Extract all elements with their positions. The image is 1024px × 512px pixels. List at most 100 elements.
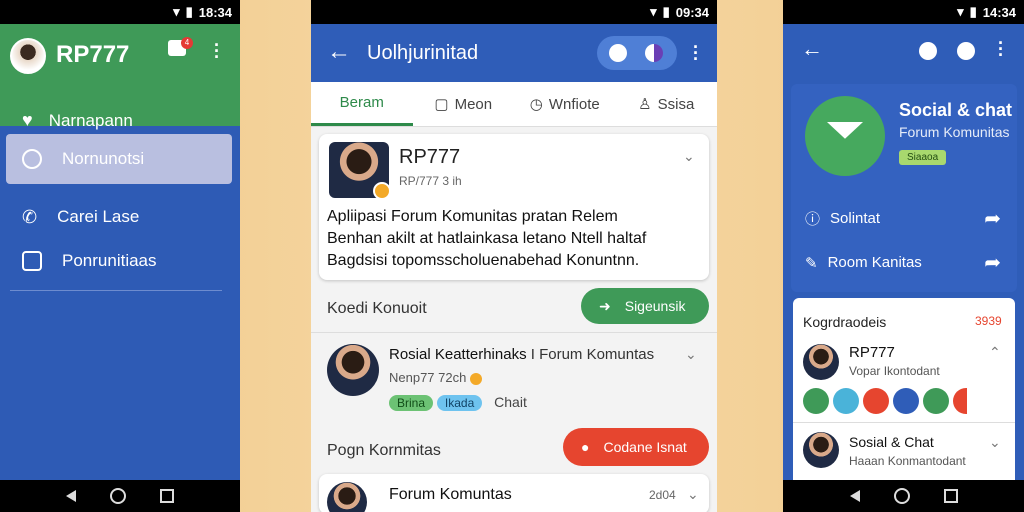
- chevron-up-icon[interactable]: ⌃: [989, 344, 1001, 361]
- chat-icon[interactable]: [957, 42, 975, 60]
- app-icon[interactable]: [833, 388, 859, 414]
- header-item[interactable]: ♥ Narnapann: [22, 110, 133, 131]
- emoji-icon: [469, 372, 482, 385]
- nav-home-icon[interactable]: [893, 488, 910, 504]
- more-icon[interactable]: · · ·: [693, 38, 699, 68]
- chevron-down-icon[interactable]: ⌄: [687, 486, 699, 503]
- menu-item-1[interactable]: ✆ Carei Lase: [6, 192, 232, 242]
- item-avatar: [803, 432, 839, 468]
- item-title: Sosial & Chat: [849, 434, 934, 450]
- app-icon[interactable]: [893, 388, 919, 414]
- create-button[interactable]: ● Codane Isnat: [563, 428, 709, 466]
- battery-icon: ▮: [185, 4, 193, 19]
- verified-icon: [373, 182, 391, 200]
- post-line: Bagdsisi topomsscholuenabehad Konuntnn.: [327, 252, 640, 269]
- status-bar: ▾ ▮ 18:34: [0, 0, 240, 24]
- post-line: Benhan akilt at hatlainkasa letano Ntell…: [327, 230, 647, 247]
- tag[interactable]: Ikada: [436, 395, 483, 411]
- tab-wnfiote[interactable]: ◷ Wnfiote: [514, 82, 616, 126]
- app-icon[interactable]: [863, 388, 889, 414]
- nav-back-icon[interactable]: [849, 490, 860, 502]
- app-name: RP777: [56, 41, 130, 68]
- list-item[interactable]: Forum Komuntas 2d04 ⌄: [319, 474, 709, 512]
- status-bar: ▾ ▮ 14:34: [783, 0, 1024, 24]
- status-time: 18:34: [198, 4, 232, 20]
- chevron-down-icon[interactable]: ⌄: [989, 434, 1001, 451]
- chevron-down-icon[interactable]: ⌄: [685, 346, 697, 363]
- item-handle-text: Nenp77 72ch: [389, 370, 467, 385]
- back-arrow-icon[interactable]: ←: [327, 38, 351, 66]
- more-icon[interactable]: · · ·: [998, 34, 1004, 64]
- app-icon[interactable]: [953, 388, 967, 414]
- hero-row-label: Room Kanitas: [827, 254, 922, 271]
- app-icon[interactable]: [923, 388, 949, 414]
- item-title: Forum Komuntas: [389, 486, 512, 503]
- section-label-1: Koedi Konuoit: [327, 300, 427, 317]
- system-nav-bar: [0, 480, 240, 512]
- status-bar: ▾ ▮ 09:34: [311, 0, 717, 24]
- panel-heading-value: 3939: [975, 314, 1002, 328]
- item-handle: Nenp77 72ch: [389, 370, 482, 385]
- panel-heading: Kogrdraodeis: [803, 314, 887, 330]
- battery-icon: ▮: [969, 4, 977, 19]
- status-badge: Siaaoa: [899, 150, 947, 165]
- share-arrow-icon: ➦: [984, 252, 1001, 274]
- status-time: 09:34: [675, 4, 709, 20]
- phone-icon: ✆: [22, 206, 38, 227]
- hero-row-0[interactable]: ⓘ Solintat ➦: [805, 206, 1001, 231]
- list-item[interactable]: Rosial Keatterhinaks I Forum Komuntas Ne…: [311, 336, 717, 420]
- wifi-icon: ▾: [957, 4, 964, 19]
- status-time: 14:34: [982, 4, 1016, 20]
- create-button-label: Codane Isnat: [603, 439, 687, 455]
- avatar[interactable]: [10, 38, 46, 74]
- nav-home-icon[interactable]: [110, 488, 126, 504]
- item-title: Rosial Keatterhinaks I Forum Komuntas: [389, 346, 654, 363]
- tab-meon[interactable]: ▢ Meon: [413, 82, 515, 126]
- phone-2-feed: ▾ ▮ 09:34 ← Uolhjurinitad · · · Beram ▢ Meo…: [311, 0, 717, 512]
- notification-badge: 4: [181, 37, 193, 49]
- item-subtitle: I Forum Komuntas: [530, 346, 655, 363]
- battery-icon: ▮: [662, 4, 670, 19]
- theme-icon[interactable]: [645, 44, 663, 62]
- section-label-2: Pogn Kornmitas: [327, 442, 441, 459]
- more-icon[interactable]: · · ·: [214, 36, 220, 66]
- app-bar: ← · · ·: [783, 24, 1024, 76]
- nav-recents-icon[interactable]: [160, 489, 174, 503]
- search-icon: [22, 149, 42, 169]
- nav-recents-icon[interactable]: [943, 489, 958, 503]
- join-button[interactable]: ➜ Sigeunsik: [581, 288, 709, 324]
- heart-icon: ♥: [22, 110, 33, 130]
- back-arrow-icon[interactable]: ←: [801, 36, 823, 62]
- inbox-icon: [22, 251, 42, 271]
- mail-logo-icon: [805, 96, 885, 176]
- menu-item-0[interactable]: Nornunotsi: [6, 134, 232, 184]
- info-icon: ⓘ: [805, 211, 821, 228]
- page-title: Uolhjurinitad: [367, 42, 479, 64]
- hero-row-1[interactable]: ✎ Room Kanitas ➦: [805, 250, 1001, 275]
- clock-icon: ◷: [529, 96, 543, 113]
- tab-ssisa[interactable]: ♙ Ssisa: [616, 82, 718, 126]
- post-card[interactable]: RP777 RP/777 3 ih ⌄ Apliipasi Forum Komu…: [319, 134, 709, 280]
- drawer-header: RP777 4 · · · ♥ Narnapann: [0, 24, 240, 130]
- profile-icon[interactable]: [609, 44, 627, 62]
- menu-item-2[interactable]: Ponrunitiaas: [6, 236, 232, 286]
- item-avatar: [327, 482, 367, 512]
- tag[interactable]: Brina: [389, 395, 434, 411]
- hero-card: Social & chat Forum Komunitas Siaaoa ⓘ S…: [791, 84, 1017, 292]
- tab-beram[interactable]: Beram: [311, 82, 413, 126]
- profile-icon[interactable]: [919, 42, 937, 60]
- join-button-label: Sigeunsik: [624, 298, 686, 314]
- appbar-actions: [597, 36, 677, 70]
- chevron-down-icon[interactable]: ⌄: [683, 148, 695, 165]
- header-item-label: Narnapann: [48, 110, 133, 130]
- person-icon: ♙: [638, 96, 652, 113]
- nav-back-icon[interactable]: [66, 490, 76, 502]
- app-icon[interactable]: [803, 388, 829, 414]
- item-avatar: [327, 344, 379, 396]
- tab-label: Wnfiote: [548, 95, 600, 113]
- item-tags: Brina Ikada Chait: [389, 394, 527, 411]
- person-icon: ●: [581, 439, 590, 455]
- phone-3-detail: ▾ ▮ 14:34 ← · · · Social & chat Forum Komu…: [783, 0, 1024, 512]
- hero-row-label: Solintat: [830, 210, 881, 227]
- divider: [10, 290, 222, 291]
